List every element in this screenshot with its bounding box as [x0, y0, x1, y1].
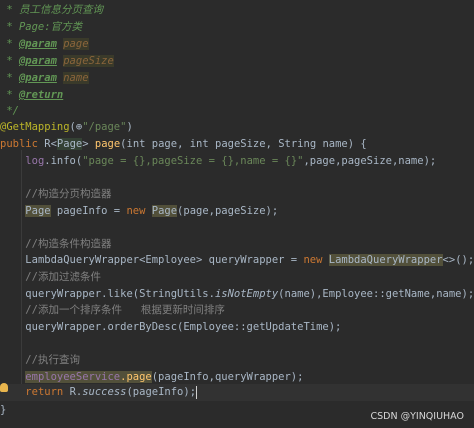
code-line: * 员工信息分页查询	[0, 4, 103, 16]
service-field: employeeService	[25, 371, 121, 383]
code-line: //执行查询	[0, 352, 474, 369]
method-name: page	[94, 138, 121, 150]
doc-param: page	[63, 38, 89, 50]
order-call: queryWrapper.orderByDesc(Employee::getUp…	[25, 321, 342, 333]
service-args: (pageInfo,queryWrapper);	[151, 371, 304, 383]
code-line: //添加过滤条件	[0, 269, 474, 286]
code-line: queryWrapper.orderByDesc(Employee::getUp…	[0, 319, 474, 336]
kw-return: return	[25, 386, 70, 398]
mapping-path: "/page"	[82, 121, 127, 133]
pageinfo-decl: pageInfo =	[50, 205, 127, 217]
comment: //添加过滤条件	[25, 271, 101, 283]
return-args: (pageInfo);	[126, 386, 197, 398]
code-line: * @param page	[0, 38, 89, 50]
doc-summary: 员工信息分页查询	[18, 4, 103, 16]
generic-close: >	[82, 138, 95, 150]
code-line: //构造分页构造器	[0, 186, 474, 203]
code-line: public R<Page> page(int page, int pageSi…	[0, 136, 474, 153]
kw-public: public	[0, 138, 45, 150]
current-line[interactable]: return R.success(pageInfo);	[0, 384, 474, 401]
close-brace: }	[0, 404, 7, 416]
wrapper-decl: LambdaQueryWrapper<Employee> queryWrappe…	[25, 254, 304, 266]
code-line: * @param name	[0, 72, 89, 84]
watermark: CSDN @YINQIUHAO	[370, 411, 464, 422]
generic-type: Page	[56, 138, 83, 150]
return-class: R.	[69, 386, 83, 398]
param-tag: @param	[18, 72, 57, 84]
static-method: isNotEmpty	[214, 288, 279, 300]
annotation: @GetMapping	[0, 121, 70, 133]
code-line: //添加一个排序条件 根据更新时间排序	[0, 302, 474, 319]
code-line: * Page:官方类	[0, 21, 83, 33]
comment: //构造条件构造器	[25, 238, 112, 250]
like-call: queryWrapper.like(StringUtils.	[25, 288, 215, 300]
code-line: * @return	[0, 89, 64, 101]
kw-new: new	[126, 205, 152, 217]
code-line: * @param pageSize	[0, 55, 114, 67]
text-cursor	[196, 385, 198, 399]
log-args: ,page,pageSize,name);	[303, 155, 437, 167]
comment: //执行查询	[25, 354, 80, 366]
code-line: @GetMapping(⊕"/page")	[0, 121, 133, 133]
wrapper-ctor: LambdaQueryWrapper	[328, 254, 443, 266]
method-params: (int page, int pageSize, String name) {	[120, 138, 367, 150]
code-line: queryWrapper.like(StringUtils.isNotEmpty…	[0, 286, 474, 303]
code-editor[interactable]: * 员工信息分页查询 * Page:官方类 * @param page * @p…	[0, 0, 474, 428]
return-type: R<	[44, 138, 57, 150]
code-line: Page pageInfo = new Page(page,pageSize);	[0, 203, 474, 220]
pageinfo-args: (page,pageSize);	[177, 205, 279, 217]
doc-param: pageSize	[63, 55, 114, 67]
service-method: .page	[120, 371, 152, 383]
page-type: Page	[25, 205, 51, 217]
return-tag: @return	[18, 89, 64, 101]
code-line: log.info("page = {},pageSize = {},name =…	[0, 153, 474, 170]
log-string: "page = {},pageSize = {},name = {}"	[82, 155, 304, 167]
doc-end: */	[0, 105, 19, 117]
annotation-tail: )	[126, 121, 133, 133]
wrapper-args: <>();	[442, 254, 474, 266]
param-tag: @param	[18, 55, 57, 67]
doc-param: name	[63, 72, 89, 84]
kw-new: new	[303, 254, 329, 266]
success-method: success	[82, 386, 127, 398]
code-line: LambdaQueryWrapper<Employee> queryWrappe…	[0, 252, 474, 269]
lightbulb-icon[interactable]	[0, 383, 8, 392]
page-ctor: Page	[151, 205, 178, 217]
code-line: //构造条件构造器	[0, 236, 474, 253]
comment: //添加一个排序条件 根据更新时间排序	[25, 304, 225, 316]
code-line: */	[0, 103, 474, 120]
like-args: (name),Employee::getName,name);	[278, 288, 474, 300]
log-field: log	[25, 155, 45, 167]
doc-page-label: Page:	[18, 21, 51, 33]
comment: //构造分页构造器	[25, 188, 112, 200]
param-tag: @param	[18, 38, 57, 50]
log-call: .info(	[44, 155, 83, 167]
doc-page-desc: 官方类	[50, 21, 83, 33]
